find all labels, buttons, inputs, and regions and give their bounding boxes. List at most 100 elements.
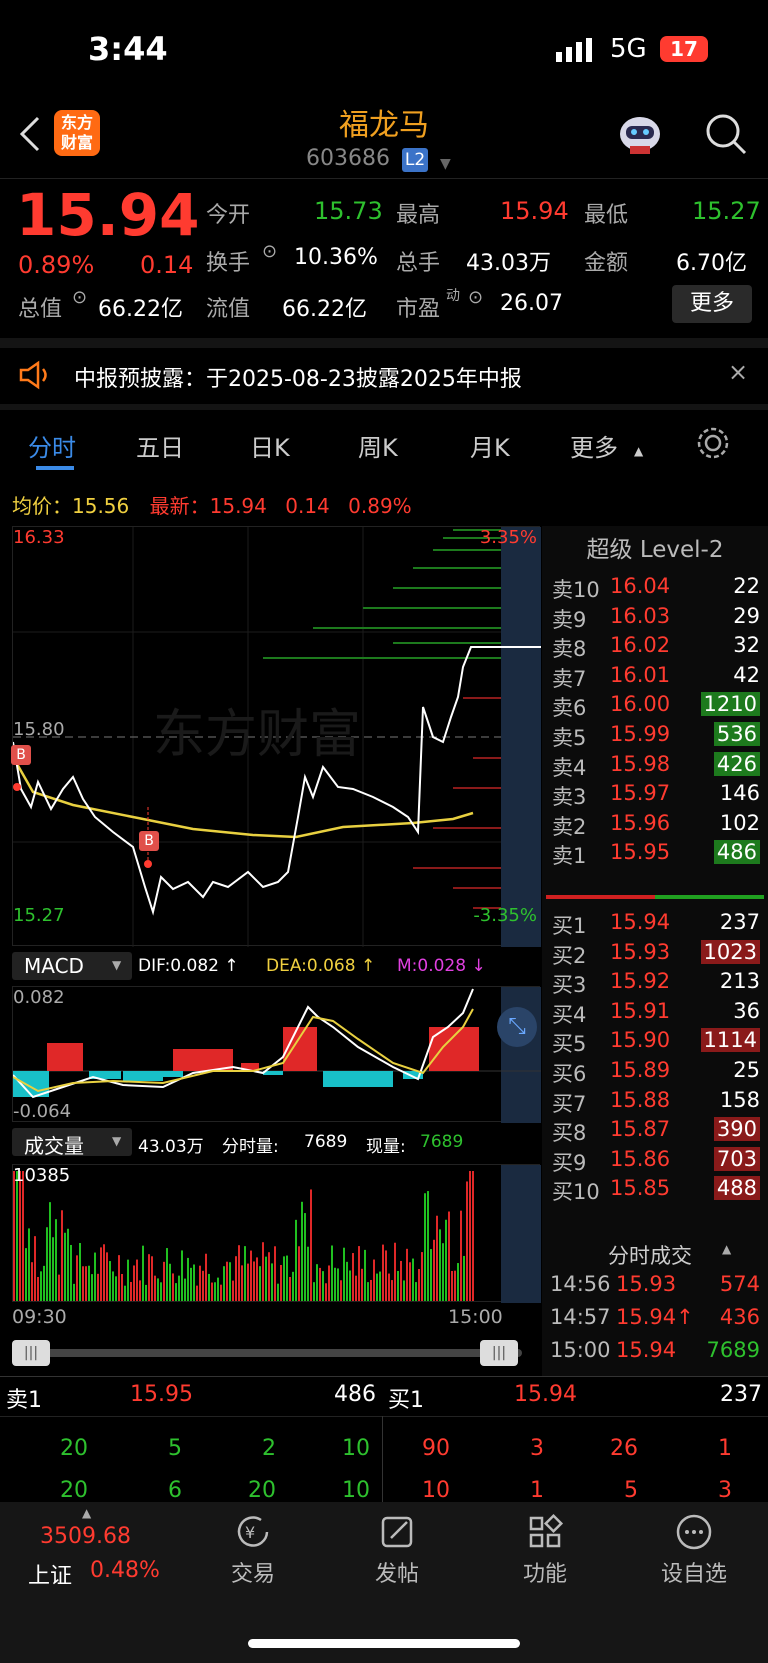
tab-more[interactable]: 更多 (570, 428, 618, 463)
ask-row[interactable]: 卖5 15.99 536 (552, 720, 768, 751)
gear-icon[interactable] (696, 426, 730, 464)
nav-watchlist[interactable]: 设自选 (652, 1512, 736, 1588)
volume-bar (406, 1248, 408, 1301)
volume-bar (451, 1270, 453, 1301)
tick-cell: 7689 (706, 1338, 760, 1362)
macd-max: 0.082 (13, 987, 65, 1008)
volume-bar (238, 1245, 240, 1301)
network-label: 5G (610, 34, 647, 64)
price-chart[interactable]: 东方财富 16.33 3.35% 15.80 15.27 -3.35% B B (11, 526, 541, 947)
chevron-down-icon[interactable]: ▼ (440, 156, 451, 172)
more-button[interactable]: 更多 (672, 285, 752, 323)
macd-chart[interactable]: 0.082 -0.064 ⤡ (12, 986, 541, 1123)
scroll-handle-right[interactable]: ||| (480, 1340, 518, 1366)
ask-label: 卖9 (552, 607, 587, 632)
volume-bar (358, 1246, 360, 1301)
ask-row[interactable]: 卖10 16.04 22 (552, 572, 768, 603)
nav-post[interactable]: 发帖 (362, 1512, 432, 1588)
tab-daily[interactable]: 日K (250, 428, 290, 463)
close-icon[interactable]: × (728, 358, 748, 386)
buy-marker[interactable]: B (139, 831, 159, 851)
bid-row[interactable]: 买3 15.92 213 (552, 967, 768, 998)
volume-bar (139, 1280, 141, 1301)
volume-bar (394, 1242, 396, 1301)
volume-bar (316, 1264, 318, 1301)
bid-row[interactable]: 买10 15.85 488 (552, 1174, 768, 1205)
quote-panel: 15.94 0.89% 0.14 今开 15.73 最高 15.94 最低 15… (0, 181, 768, 335)
ask-volume: 22 (733, 574, 760, 598)
order-queue: 卖1 15.95 486 买1 15.94 237 20 5 2 10 20 6 20 10 … (0, 1378, 768, 1503)
bid-price: 15.91 (610, 998, 671, 1023)
notice-bar[interactable]: 中报预披露：于2025-08-23披露2025年中报 × (0, 352, 768, 400)
time-scrollbar[interactable]: ||| ||| (12, 1340, 522, 1366)
volume-bar (199, 1265, 201, 1301)
volume-bar (445, 1219, 447, 1301)
bid-row[interactable]: 买2 15.93 1023 (552, 938, 768, 969)
chevron-down-icon: ▼ (112, 1134, 122, 1148)
bid-label: 买5 (552, 1032, 587, 1057)
queue-cell: 20 (60, 1478, 88, 1503)
ask-row[interactable]: 卖3 15.97 146 (552, 779, 768, 810)
scroll-handle-left[interactable]: ||| (12, 1340, 50, 1366)
tab-monthly[interactable]: 月K (470, 428, 510, 463)
chevron-up-icon[interactable]: ▲ (82, 1506, 91, 1520)
queue-sell-price: 15.95 (130, 1382, 193, 1407)
volume-bar (160, 1282, 162, 1301)
ask-row[interactable]: 卖8 16.02 32 (552, 631, 768, 662)
tick-cell: 14:57 (550, 1305, 611, 1329)
bid-volume: 488 (713, 1176, 760, 1201)
tick-cell: 15.94↑ (616, 1305, 694, 1329)
volume-bar (43, 1265, 45, 1301)
tab-intraday[interactable]: 分时 (28, 428, 76, 463)
index-pct[interactable]: 0.48% (90, 1558, 160, 1583)
bid-label: 买8 (552, 1121, 587, 1146)
volume-bar (322, 1271, 324, 1301)
ask-row[interactable]: 卖2 15.96 102 (552, 809, 768, 840)
expand-icon[interactable]: ⤡ (497, 1007, 537, 1047)
l2-badge[interactable]: L2 (402, 148, 428, 172)
queue-buy-vol: 237 (720, 1382, 762, 1407)
new-label: 最新： (149, 494, 210, 518)
bid-row[interactable]: 买8 15.87 390 (552, 1115, 768, 1146)
ask-row[interactable]: 卖4 15.98 426 (552, 750, 768, 781)
tab-5day[interactable]: 五日 (136, 428, 184, 463)
bid-row[interactable]: 买9 15.86 703 (552, 1145, 768, 1176)
bid-row[interactable]: 买4 15.91 36 (552, 997, 768, 1028)
volume-selector[interactable]: 成交量 ▼ (12, 1128, 132, 1158)
bid-row[interactable]: 买1 15.94 237 (552, 908, 768, 939)
volume-bar (145, 1284, 147, 1301)
robot-icon[interactable] (616, 112, 664, 162)
volume-chart[interactable]: 10385 (12, 1164, 541, 1303)
ask-row[interactable]: 卖1 15.95 486 (552, 838, 768, 869)
label-pe: 市盈 (396, 297, 441, 322)
value-amount: 6.70亿 (676, 251, 747, 276)
ticks-header[interactable]: 分时成交 ▲ (542, 1234, 768, 1268)
info-icon[interactable]: ⊙ (468, 287, 483, 308)
nav-function[interactable]: 功能 (510, 1512, 580, 1588)
bid-row[interactable]: 买7 15.88 158 (552, 1086, 768, 1117)
info-icon[interactable]: ⊙ (72, 287, 87, 308)
ask-row[interactable]: 卖9 16.03 29 (552, 602, 768, 633)
volume-bar (193, 1264, 195, 1301)
tab-weekly[interactable]: 周K (358, 428, 398, 463)
more-dots-icon (676, 1514, 712, 1550)
volume-bar (262, 1242, 264, 1301)
bid-row[interactable]: 买6 15.89 25 (552, 1056, 768, 1087)
index-name[interactable]: 上证 (28, 1558, 72, 1590)
macd-selector[interactable]: MACD ▼ (12, 952, 132, 980)
ask-volume: 426 (713, 751, 760, 776)
buy-marker[interactable]: B (11, 745, 31, 765)
search-icon[interactable] (704, 112, 748, 160)
ask-row[interactable]: 卖6 16.00 1210 (552, 690, 768, 721)
volume-bar (190, 1267, 192, 1301)
ask-row[interactable]: 卖7 16.01 42 (552, 661, 768, 692)
nav-trade[interactable]: ¥ 交易 (218, 1512, 288, 1588)
bid-volume: 237 (719, 910, 760, 934)
bid-row[interactable]: 买5 15.90 1114 (552, 1026, 768, 1057)
queue-buy-label: 买1 (388, 1388, 424, 1413)
index-value[interactable]: 3509.68 (40, 1524, 131, 1549)
info-icon[interactable]: ⊙ (262, 241, 277, 262)
bid-label: 买10 (552, 1180, 600, 1205)
level2-title[interactable]: 超级 Level-2 (542, 530, 768, 564)
volume-header: 成交量 ▼ 43.03万 分时量: 7689 现量: 7689 (12, 1128, 540, 1158)
